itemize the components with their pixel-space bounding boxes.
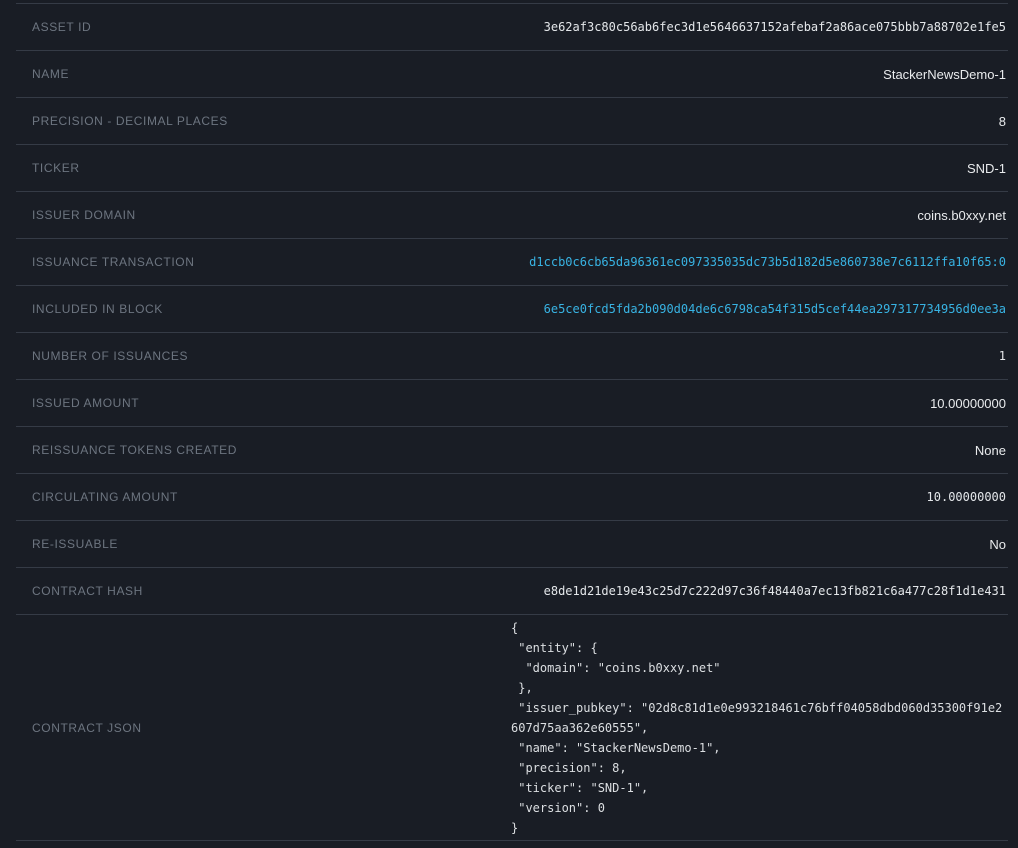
contract-json-value: { "entity": { "domain": "coins.b0xxy.net… [511,618,1006,838]
re-issuable-label: RE-ISSUABLE [32,537,118,551]
row-issuer-domain: ISSUER DOMAIN coins.b0xxy.net [16,192,1008,239]
row-reissuance-tokens: REISSUANCE TOKENS CREATED None [16,427,1008,474]
row-circulating-amount: CIRCULATING AMOUNT 10.00000000 [16,474,1008,521]
number-of-issuances-value: 1 [999,349,1006,363]
contract-json-label: CONTRACT JSON [32,721,142,735]
circulating-amount-value: 10.00000000 [927,490,1006,504]
issued-amount-value: 10.00000000 [930,396,1006,411]
row-ticker: TICKER SND-1 [16,145,1008,192]
row-asset-id: ASSET ID 3e62af3c80c56ab6fec3d1e56466371… [16,4,1008,51]
row-number-of-issuances: NUMBER OF ISSUANCES 1 [16,333,1008,380]
ticker-label: TICKER [32,161,80,175]
precision-value: 8 [999,114,1006,129]
re-issuable-value: No [989,537,1006,552]
contract-hash-value: e8de1d21de19e43c25d7c222d97c36f48440a7ec… [544,584,1006,598]
precision-label: PRECISION - DECIMAL PLACES [32,114,228,128]
contract-hash-label: CONTRACT HASH [32,584,143,598]
row-re-issuable: RE-ISSUABLE No [16,521,1008,568]
reissuance-tokens-label: REISSUANCE TOKENS CREATED [32,443,237,457]
asset-id-label: ASSET ID [32,20,91,34]
row-issuance-transaction: ISSUANCE TRANSACTION d1ccb0c6cb65da96361… [16,239,1008,286]
issuer-domain-label: ISSUER DOMAIN [32,208,136,222]
name-label: NAME [32,67,69,81]
row-issued-amount: ISSUED AMOUNT 10.00000000 [16,380,1008,427]
included-in-block-label: INCLUDED IN BLOCK [32,302,163,316]
row-contract-json: CONTRACT JSON { "entity": { "domain": "c… [16,615,1008,841]
circulating-amount-label: CIRCULATING AMOUNT [32,490,178,504]
asset-id-value: 3e62af3c80c56ab6fec3d1e5646637152afebaf2… [544,20,1006,34]
reissuance-tokens-value: None [975,443,1006,458]
ticker-value: SND-1 [967,161,1006,176]
number-of-issuances-label: NUMBER OF ISSUANCES [32,349,188,363]
asset-details-table: ASSET ID 3e62af3c80c56ab6fec3d1e56466371… [16,3,1008,841]
issuance-transaction-label: ISSUANCE TRANSACTION [32,255,194,269]
row-contract-hash: CONTRACT HASH e8de1d21de19e43c25d7c222d9… [16,568,1008,615]
row-included-in-block: INCLUDED IN BLOCK 6e5ce0fcd5fda2b090d04d… [16,286,1008,333]
included-in-block-link[interactable]: 6e5ce0fcd5fda2b090d04de6c6798ca54f315d5c… [544,302,1006,316]
name-value: StackerNewsDemo-1 [883,67,1006,82]
issuance-transaction-link[interactable]: d1ccb0c6cb65da96361ec097335035dc73b5d182… [529,255,1006,269]
issuer-domain-value: coins.b0xxy.net [917,208,1006,223]
issued-amount-label: ISSUED AMOUNT [32,396,139,410]
row-precision: PRECISION - DECIMAL PLACES 8 [16,98,1008,145]
row-name: NAME StackerNewsDemo-1 [16,51,1008,98]
